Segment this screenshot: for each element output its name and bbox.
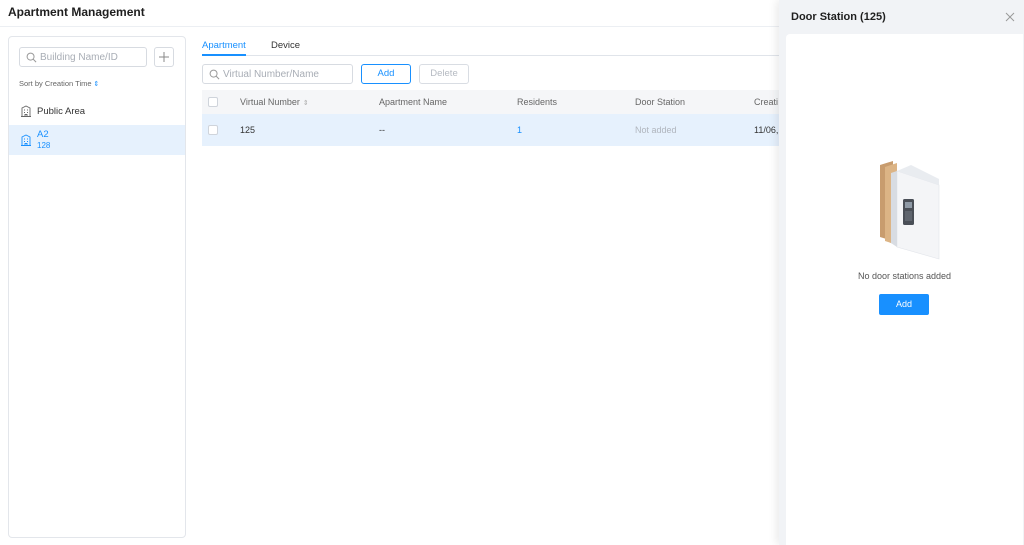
row-checkbox[interactable] xyxy=(208,125,218,135)
door-station-drawer: Door Station (125) No door stations adde… xyxy=(779,0,1024,545)
add-building-button[interactable] xyxy=(154,47,174,67)
add-apartment-button[interactable]: Add xyxy=(361,64,411,84)
apartment-search-input[interactable] xyxy=(223,67,348,81)
column-virtual-number[interactable]: Virtual Number ⇕ xyxy=(240,97,309,107)
close-icon[interactable] xyxy=(1003,10,1017,24)
cell-virtual-number: 125 xyxy=(240,125,256,135)
sidebar-item-id: 128 xyxy=(37,141,51,150)
sidebar-item-a2[interactable]: A2 128 xyxy=(9,125,185,155)
sort-icon: ⇕ xyxy=(93,81,100,88)
door-station-illustration xyxy=(880,161,940,260)
cell-door-station: Not added xyxy=(635,125,677,135)
column-residents: Residents xyxy=(517,97,558,107)
building-icon xyxy=(21,105,31,117)
drawer-title: Door Station (125) xyxy=(791,11,886,23)
sidebar-item-public-area[interactable]: Public Area xyxy=(9,103,185,123)
cell-apartment-name: -- xyxy=(379,125,385,135)
building-sidebar: Sort by Creation Time⇕ Public Area A2 12… xyxy=(8,36,186,538)
sidebar-item-label: A2 xyxy=(37,129,49,140)
table-header: Virtual Number ⇕ Apartment Name Residents… xyxy=(202,90,780,114)
apartment-search-field[interactable] xyxy=(202,64,353,84)
building-icon xyxy=(21,134,31,146)
tab-device[interactable]: Device xyxy=(271,40,300,54)
cell-creation-time: 11/06, xyxy=(754,125,779,135)
sort-icon: ⇕ xyxy=(302,100,309,107)
drawer-body: No door stations added Add xyxy=(786,34,1023,545)
plus-icon xyxy=(159,52,169,62)
search-icon xyxy=(26,52,37,63)
building-search-field[interactable] xyxy=(19,47,147,67)
select-all-checkbox[interactable] xyxy=(208,97,218,107)
sort-control[interactable]: Sort by Creation Time ⇕ xyxy=(19,79,99,88)
page-header: Apartment Management xyxy=(0,0,780,27)
tab-bar: Apartment Device xyxy=(202,40,780,56)
column-creation-time: Creati xyxy=(754,97,779,107)
page-title: Apartment Management xyxy=(8,5,145,19)
search-icon xyxy=(209,69,220,80)
column-apartment-name: Apartment Name xyxy=(379,97,448,107)
sort-label: Sort by Creation Time xyxy=(19,79,92,88)
column-door-station: Door Station xyxy=(635,97,686,107)
add-door-station-button[interactable]: Add xyxy=(879,294,929,315)
table-row[interactable]: 125 -- 1 Not added 11/06, xyxy=(202,114,780,146)
empty-state-text: No door stations added xyxy=(857,271,952,281)
delete-apartment-button[interactable]: Delete xyxy=(419,64,469,84)
tab-apartment[interactable]: Apartment xyxy=(202,40,246,56)
building-search-input[interactable] xyxy=(40,50,140,64)
cell-residents-link[interactable]: 1 xyxy=(517,125,522,135)
sidebar-item-label: Public Area xyxy=(37,106,86,117)
